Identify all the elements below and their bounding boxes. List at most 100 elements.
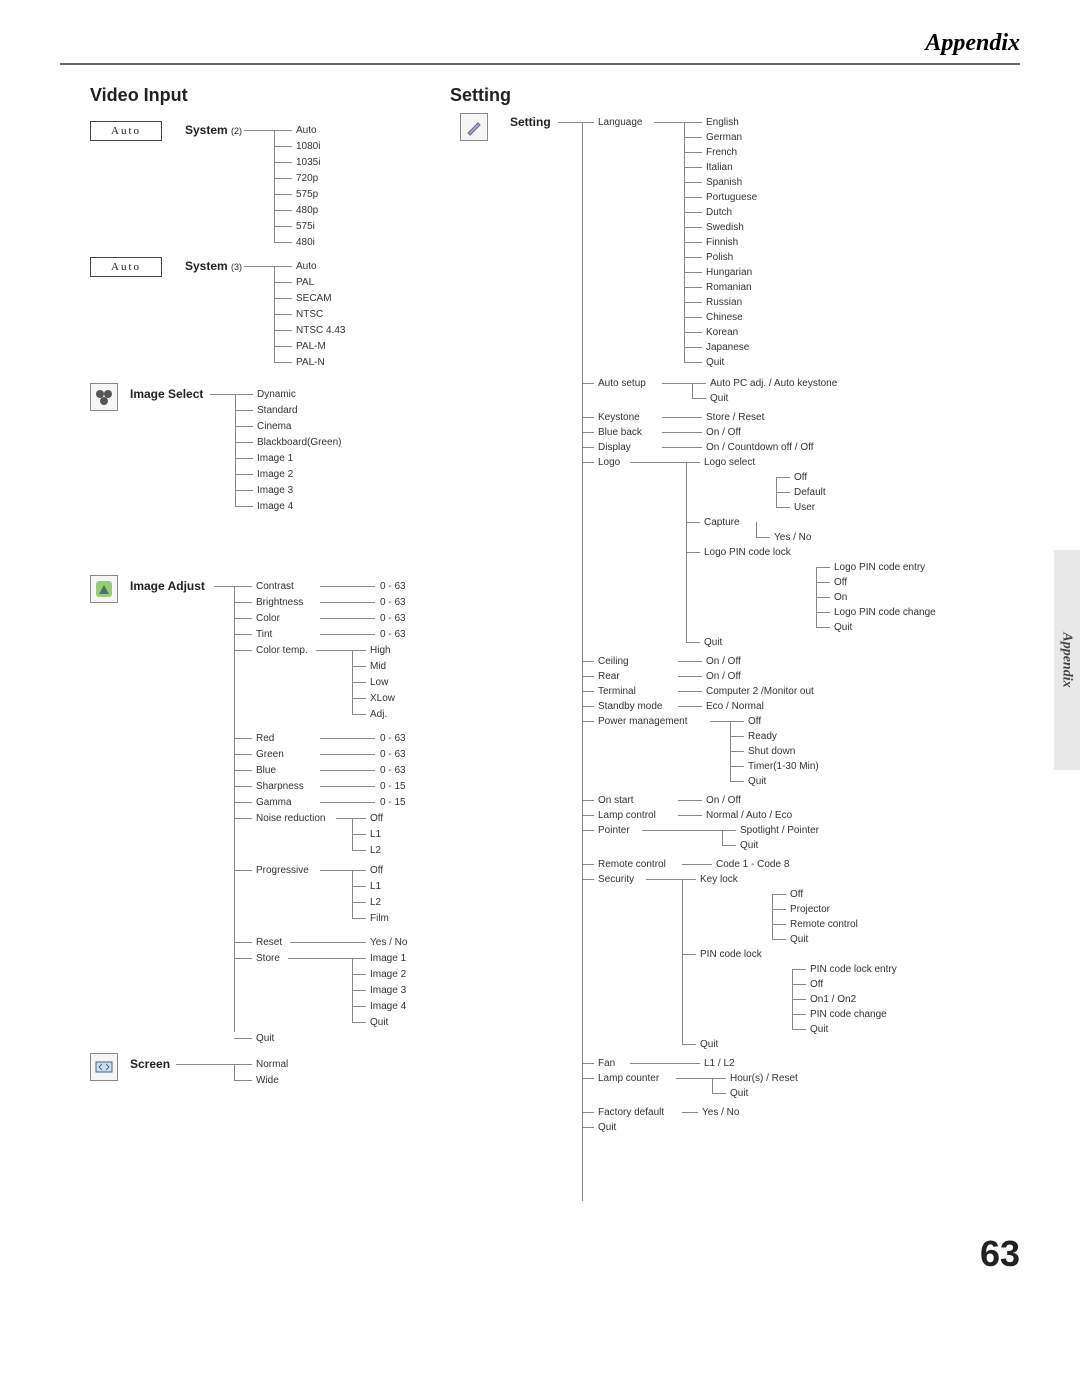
adj-colortemp: Color temp. xyxy=(256,645,308,656)
r-logo-select-2: User xyxy=(794,502,815,513)
adj-Blue-val: 0 - 63 xyxy=(380,765,406,776)
setting-icon xyxy=(460,113,488,141)
r-keystone: Keystone xyxy=(598,412,640,423)
r-logo-pin-3: Logo PIN code change xyxy=(834,607,936,618)
system2-item-2: 1035i xyxy=(296,157,320,168)
system3-label: System (3) xyxy=(185,259,242,273)
screen-icon xyxy=(90,1053,118,1081)
r-ceiling: Ceiling xyxy=(598,656,629,667)
system3-item-0: Auto xyxy=(296,261,317,272)
adj-colortemp-1: Mid xyxy=(370,661,386,672)
adj-Sharpness-val: 0 - 15 xyxy=(380,781,406,792)
adj-Contrast: Contrast xyxy=(256,581,294,592)
r-lang-10: Hungarian xyxy=(706,267,752,278)
r-pointer-0: Spotlight / Pointer xyxy=(740,825,819,836)
adj-colortemp-4: Adj. xyxy=(370,709,387,720)
r-security: Security xyxy=(598,874,634,885)
r-lang-15: Japanese xyxy=(706,342,749,353)
r-logo-quit: Quit xyxy=(704,637,722,648)
rule xyxy=(60,63,1020,65)
adj-Red: Red xyxy=(256,733,274,744)
r-lang-5: Portuguese xyxy=(706,192,757,203)
system3-item-3: NTSC xyxy=(296,309,323,320)
r-logo-select: Logo select xyxy=(704,457,755,468)
setting-title: Setting xyxy=(450,85,511,106)
adj-prog-2: L2 xyxy=(370,897,381,908)
r-logo-capture-0: Yes / No xyxy=(774,532,811,543)
r-sec-pinlock: PIN code lock xyxy=(700,949,762,960)
r-lampcnt-1: Quit xyxy=(730,1088,748,1099)
r-standby: Standby mode xyxy=(598,701,663,712)
r-lampcnt-0: Hour(s) / Reset xyxy=(730,1073,798,1084)
r-lampcnt: Lamp counter xyxy=(598,1073,659,1084)
r-logo: Logo xyxy=(598,457,620,468)
setting-label: Setting xyxy=(510,115,551,129)
r-remote-val: Code 1 - Code 8 xyxy=(716,859,789,870)
r-autosetup: Auto setup xyxy=(598,378,646,389)
adj-noise-0: Off xyxy=(370,813,383,824)
r-display: Display xyxy=(598,442,631,453)
side-tab: Appendix xyxy=(1054,550,1080,770)
adj-store-2: Image 3 xyxy=(370,985,406,996)
adj-noise-1: L1 xyxy=(370,829,381,840)
imgsel-item-2: Cinema xyxy=(257,421,291,432)
adj-store: Store xyxy=(256,953,280,964)
r-logo-pin-0: Logo PIN code entry xyxy=(834,562,925,573)
imgsel-item-7: Image 4 xyxy=(257,501,293,512)
page-number: 63 xyxy=(980,1233,1020,1275)
r-power-4: Quit xyxy=(748,776,766,787)
r-lang-16: Quit xyxy=(706,357,724,368)
r-blueback-val: On / Off xyxy=(706,427,741,438)
r-sec-pinlock-2: On1 / On2 xyxy=(810,994,856,1005)
r-lang-7: Swedish xyxy=(706,222,744,233)
r-pointer-1: Quit xyxy=(740,840,758,851)
r-power-0: Off xyxy=(748,716,761,727)
r-sec-pinlock-1: Off xyxy=(810,979,823,990)
adj-store-4: Quit xyxy=(370,1017,388,1028)
r-sec-keylock: Key lock xyxy=(700,874,738,885)
r-fan: Fan xyxy=(598,1058,615,1069)
r-lang-4: Spanish xyxy=(706,177,742,188)
r-terminal-val: Computer 2 /Monitor out xyxy=(706,686,814,697)
adj-prog-0: Off xyxy=(370,865,383,876)
system3-item-2: SECAM xyxy=(296,293,332,304)
r-logo-pin-2: On xyxy=(834,592,847,603)
r-rear-val: On / Off xyxy=(706,671,741,682)
adj-Brightness-val: 0 - 63 xyxy=(380,597,406,608)
r-autosetup-1: Quit xyxy=(710,393,728,404)
adj-Red-val: 0 - 63 xyxy=(380,733,406,744)
r-logo-pin-1: Off xyxy=(834,577,847,588)
r-power-1: Ready xyxy=(748,731,777,742)
r-fan-val: L1 / L2 xyxy=(704,1058,735,1069)
system2-item-1: 1080i xyxy=(296,141,320,152)
adj-Tint-val: 0 - 63 xyxy=(380,629,406,640)
r-power-2: Shut down xyxy=(748,746,795,757)
adj-quit: Quit xyxy=(256,1033,274,1044)
header-title: Appendix xyxy=(0,0,1080,63)
r-lampctrl-val: Normal / Auto / Eco xyxy=(706,810,792,821)
system2-item-7: 480i xyxy=(296,237,315,248)
adj-store-0: Image 1 xyxy=(370,953,406,964)
r-display-val: On / Countdown off / Off xyxy=(706,442,813,453)
adj-Tint: Tint xyxy=(256,629,272,640)
r-sec-keylock-3: Quit xyxy=(790,934,808,945)
r-lang-1: German xyxy=(706,132,742,143)
adj-reset-val: Yes / No xyxy=(370,937,407,948)
r-pointer: Pointer xyxy=(598,825,630,836)
adj-noise: Noise reduction xyxy=(256,813,325,824)
r-factory: Factory default xyxy=(598,1107,664,1118)
adj-prog-3: Film xyxy=(370,913,389,924)
image-select-label: Image Select xyxy=(130,387,203,401)
system2-item-0: Auto xyxy=(296,125,317,136)
imgsel-item-1: Standard xyxy=(257,405,298,416)
r-autosetup-0: Auto PC adj. / Auto keystone xyxy=(710,378,837,389)
adj-Green: Green xyxy=(256,749,284,760)
system3-item-4: NTSC 4.43 xyxy=(296,325,345,336)
system3-item-5: PAL-M xyxy=(296,341,326,352)
r-sec-quit: Quit xyxy=(700,1039,718,1050)
r-power: Power management xyxy=(598,716,688,727)
system2-item-5: 480p xyxy=(296,205,318,216)
r-remote: Remote control xyxy=(598,859,666,870)
adj-prog-1: L1 xyxy=(370,881,381,892)
r-lang-11: Romanian xyxy=(706,282,752,293)
